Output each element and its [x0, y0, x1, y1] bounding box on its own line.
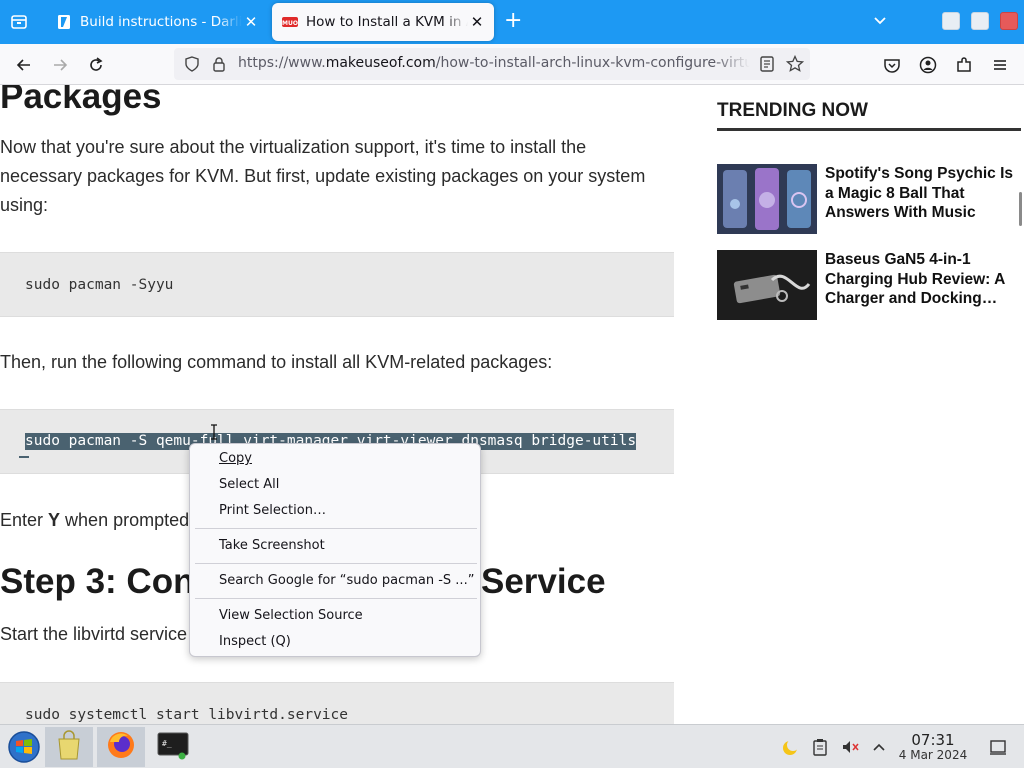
menu-separator: [195, 528, 477, 529]
trending-divider: [717, 128, 1021, 131]
thumbnail-image[interactable]: [717, 164, 817, 234]
menu-item-copy[interactable]: Copy: [219, 449, 252, 469]
show-hidden-icons-chevron-icon[interactable]: [869, 737, 889, 757]
code-block-update: sudo pacman -Syyu: [0, 252, 674, 317]
close-tab-icon[interactable]: ✕: [242, 13, 260, 31]
tab-strip: Build instructions - Darling ✕ MUO How t…: [0, 0, 1024, 44]
navigation-toolbar: https://www.makeuseof.com/how-to-install…: [0, 44, 1024, 85]
url-text[interactable]: https://www.makeuseof.com/how-to-install…: [238, 55, 750, 71]
menu-item-search-google[interactable]: Search Google for “sudo pacman -S ...”: [219, 571, 474, 591]
tab-title: How to Install a KVM in Arch: [306, 14, 468, 30]
menu-separator: [195, 563, 477, 564]
clock-date[interactable]: 4 Mar 2024: [893, 748, 973, 762]
url-domain: makeuseof.com: [325, 55, 436, 71]
code-block-systemctl: sudo systemctl start libvirtd.service: [0, 682, 674, 724]
close-window-button[interactable]: [1000, 12, 1018, 30]
account-icon[interactable]: [917, 54, 939, 76]
new-tab-button[interactable]: +: [504, 10, 522, 32]
trending-item-baseus[interactable]: Baseus GaN5 4-in-1 Charging Hub Review: …: [717, 250, 1021, 322]
firefox-view-icon[interactable]: [8, 11, 30, 33]
heading-step3-part1: Step 3: Con: [0, 562, 195, 601]
taskbar: #_ 07:31 4 Mar 2024: [0, 724, 1024, 768]
menu-item-select-all[interactable]: Select All: [219, 475, 279, 495]
reload-icon[interactable]: [85, 54, 107, 76]
clipboard-icon[interactable]: [810, 737, 830, 757]
trending-now-heading: TRENDING NOW: [717, 100, 868, 121]
heading-step3-part2: Service: [481, 562, 606, 601]
page-scrollbar[interactable]: [1019, 192, 1022, 226]
menu-item-view-selection-source[interactable]: View Selection Source: [219, 606, 363, 626]
menu-item-print-selection[interactable]: Print Selection…: [219, 501, 326, 521]
tab-kvm-install[interactable]: MUO How to Install a KVM in Arch ✕: [272, 3, 494, 41]
weather-night-icon[interactable]: [780, 737, 800, 757]
thumbnail-image[interactable]: [717, 250, 817, 320]
volume-muted-icon[interactable]: [840, 737, 860, 757]
page-content: Packages Now that you're sure about the …: [0, 85, 1024, 724]
code-line[interactable]: sudo systemctl start libvirtd.service: [25, 707, 348, 723]
firefox-icon: [106, 730, 136, 764]
list-all-tabs-icon[interactable]: [872, 12, 888, 32]
tab-build-instructions[interactable]: Build instructions - Darling ✕: [46, 3, 268, 41]
maximize-button[interactable]: [971, 12, 989, 30]
heading-packages: Packages: [0, 85, 162, 116]
trending-item-spotify[interactable]: Spotify's Song Psychic Is a Magic 8 Ball…: [717, 164, 1021, 236]
clock-time[interactable]: 07:31: [898, 731, 968, 749]
url-path: /how-to-install-arch-linux-kvm-configure…: [435, 55, 750, 71]
taskbar-app-terminal[interactable]: #_: [149, 727, 197, 767]
back-icon[interactable]: [13, 54, 35, 76]
tracking-protection-shield-icon[interactable]: [184, 56, 200, 76]
show-desktop-icon[interactable]: [988, 737, 1008, 757]
trending-item-title[interactable]: Spotify's Song Psychic Is a Magic 8 Ball…: [825, 164, 1021, 223]
minimize-button[interactable]: [942, 12, 960, 30]
context-menu: Copy Select All Print Selection… Take Sc…: [189, 443, 481, 657]
close-tab-icon[interactable]: ✕: [468, 13, 486, 31]
trending-item-title[interactable]: Baseus GaN5 4-in-1 Charging Hub Review: …: [825, 250, 1021, 309]
code-line[interactable]: sudo pacman -Syyu: [25, 277, 173, 293]
lock-icon[interactable]: [211, 56, 227, 76]
menu-separator: [195, 598, 477, 599]
pocket-icon[interactable]: [881, 54, 903, 76]
taskbar-app-file-manager[interactable]: [45, 727, 93, 767]
paragraph-update-packages: Now that you're sure about the virtualiz…: [0, 137, 646, 215]
url-prefix: https://www.: [238, 55, 326, 71]
terminal-icon: #_: [157, 730, 189, 764]
book-icon: [56, 14, 72, 30]
para3-suffix: when prompted: [60, 510, 190, 530]
menu-item-inspect[interactable]: Inspect (Q): [219, 632, 291, 652]
reader-view-icon[interactable]: [759, 56, 775, 76]
svg-text:MUO: MUO: [282, 20, 298, 27]
forward-icon[interactable]: [49, 54, 71, 76]
menu-item-take-screenshot[interactable]: Take Screenshot: [219, 536, 325, 556]
url-bar[interactable]: https://www.makeuseof.com/how-to-install…: [174, 48, 810, 80]
text-cursor-icon: [210, 424, 218, 444]
start-menu-button[interactable]: [0, 727, 48, 767]
paragraph-install-kvm: Then, run the following command to insta…: [0, 352, 553, 372]
menu-label: Copy: [219, 451, 252, 466]
bookmark-star-icon[interactable]: [785, 54, 805, 77]
taskbar-app-firefox[interactable]: [97, 727, 145, 767]
para3-bold: Y: [48, 510, 61, 530]
shopping-bag-icon: [56, 730, 82, 764]
selection-edge: [19, 456, 29, 458]
tab-title: Build instructions - Darling: [80, 14, 242, 30]
para3-prefix: Enter: [0, 510, 49, 530]
hamburger-menu-icon[interactable]: [989, 54, 1011, 76]
svg-text:#_: #_: [162, 739, 172, 748]
extensions-icon[interactable]: [953, 54, 975, 76]
muo-icon: MUO: [282, 14, 298, 30]
